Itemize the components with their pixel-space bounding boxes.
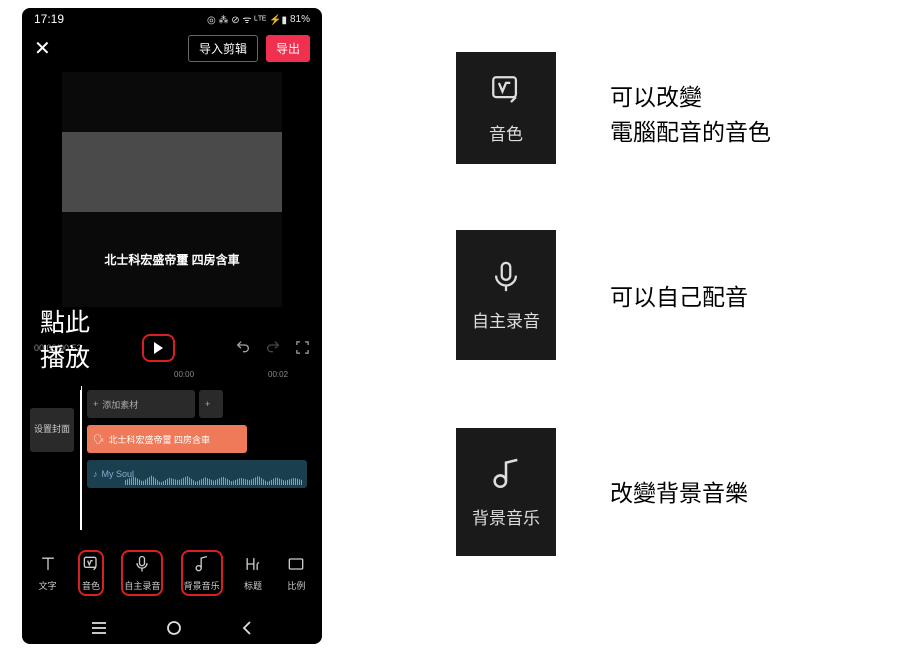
playback-controls: 00:00/00:52 xyxy=(22,326,322,370)
card-voice-tone: 音色 xyxy=(456,52,556,164)
music-note-icon: ♪ xyxy=(93,469,98,479)
music-icon xyxy=(192,554,212,574)
redo-button[interactable] xyxy=(265,339,281,357)
plus-icon: + xyxy=(205,399,210,409)
video-preview: 北士科宏盛帝璽 四房含車 xyxy=(22,66,322,326)
app-top-bar: ✕ 导入剪辑 导出 xyxy=(22,30,322,66)
heading-icon xyxy=(243,554,263,574)
tool-ratio[interactable]: 比例 xyxy=(283,550,309,596)
set-cover-button[interactable]: 设置封面 xyxy=(30,408,74,452)
preview-frame xyxy=(62,132,282,212)
card-self-record: 自主录音 xyxy=(456,230,556,360)
add-clip-extra[interactable]: + xyxy=(199,390,223,418)
preview-letterbox-top xyxy=(62,72,282,132)
voice-track-clip[interactable]: 🗣 北士科宏盛帝璽 四房含車 xyxy=(87,425,247,453)
tool-text[interactable]: 文字 xyxy=(35,550,61,596)
timecode: 00:00/00:52 xyxy=(34,343,82,353)
timeline[interactable]: 设置封面 + 添加素材 + 🗣 北士科宏盛帝璽 四房含車 ♪ My Soul xyxy=(22,386,322,534)
playhead[interactable] xyxy=(81,386,82,530)
music-track-clip[interactable]: ♪ My Soul xyxy=(87,460,307,488)
status-icons: ◎ ⁂ ⊘ ᯤ ᴸᵀᴱ ⚡▮ 81% xyxy=(207,12,310,26)
card-bgm-label: 背景音乐 xyxy=(472,504,540,529)
ruler-tick: 00:02 xyxy=(268,370,288,386)
bottom-toolbar: 文字 音色 自主录音 背景音乐 标题 比例 xyxy=(22,534,322,616)
ruler-tick: 00:00 xyxy=(174,370,194,386)
music-track-label: My Soul xyxy=(102,469,135,479)
tool-title[interactable]: 标题 xyxy=(240,550,266,596)
microphone-icon xyxy=(132,554,152,574)
voice-tone-icon xyxy=(488,72,524,108)
desc-voice-tone: 可以改變 電腦配音的音色 xyxy=(610,80,771,149)
voice-tone-icon xyxy=(81,554,101,574)
tracks-container: + 添加素材 + 🗣 北士科宏盛帝璽 四房含車 ♪ My Soul xyxy=(80,390,322,530)
status-bar: 17:19 ◎ ⁂ ⊘ ᯤ ᴸᵀᴱ ⚡▮ 81% xyxy=(22,8,322,30)
add-clip-label: 添加素材 xyxy=(102,398,138,411)
voice-track-icon: 🗣 xyxy=(93,434,104,445)
tool-self-record[interactable]: 自主录音 xyxy=(121,550,163,596)
microphone-icon xyxy=(488,259,524,295)
preview-caption-area: 北士科宏盛帝璽 四房含車 xyxy=(62,212,282,307)
import-edit-button[interactable]: 导入剪辑 xyxy=(188,35,258,62)
card-bgm: 背景音乐 xyxy=(456,428,556,556)
add-clip-track[interactable]: + 添加素材 xyxy=(87,390,195,418)
preview-caption-text: 北士科宏盛帝璽 四房含車 xyxy=(104,251,239,269)
aspect-ratio-icon xyxy=(286,554,306,574)
status-time: 17:19 xyxy=(34,12,64,26)
fullscreen-button[interactable] xyxy=(295,340,310,357)
phone-screenshot: 17:19 ◎ ⁂ ⊘ ᯤ ᴸᵀᴱ ⚡▮ 81% ✕ 导入剪辑 导出 北士科宏盛… xyxy=(22,8,322,644)
card-voice-label: 音色 xyxy=(489,120,523,145)
android-nav-bar xyxy=(22,616,322,644)
nav-home[interactable] xyxy=(165,619,183,642)
tool-voice-tone[interactable]: 音色 xyxy=(78,550,104,596)
waveform xyxy=(125,473,303,485)
card-record-label: 自主录音 xyxy=(472,307,540,332)
close-button[interactable]: ✕ xyxy=(34,36,58,61)
timeline-ruler: 00:00 00:02 xyxy=(22,370,322,386)
play-icon xyxy=(154,342,163,354)
nav-back[interactable] xyxy=(240,619,254,642)
music-icon xyxy=(488,456,524,492)
play-button[interactable] xyxy=(142,334,175,362)
export-button[interactable]: 导出 xyxy=(266,35,310,62)
tool-bgm[interactable]: 背景音乐 xyxy=(181,550,223,596)
undo-button[interactable] xyxy=(235,339,251,357)
desc-bgm: 改變背景音樂 xyxy=(610,476,748,511)
nav-recents[interactable] xyxy=(90,621,108,640)
voice-track-label: 北士科宏盛帝璽 四房含車 xyxy=(108,433,210,446)
desc-self-record: 可以自己配音 xyxy=(610,280,748,315)
text-icon xyxy=(38,554,58,574)
plus-icon: + xyxy=(93,399,98,409)
